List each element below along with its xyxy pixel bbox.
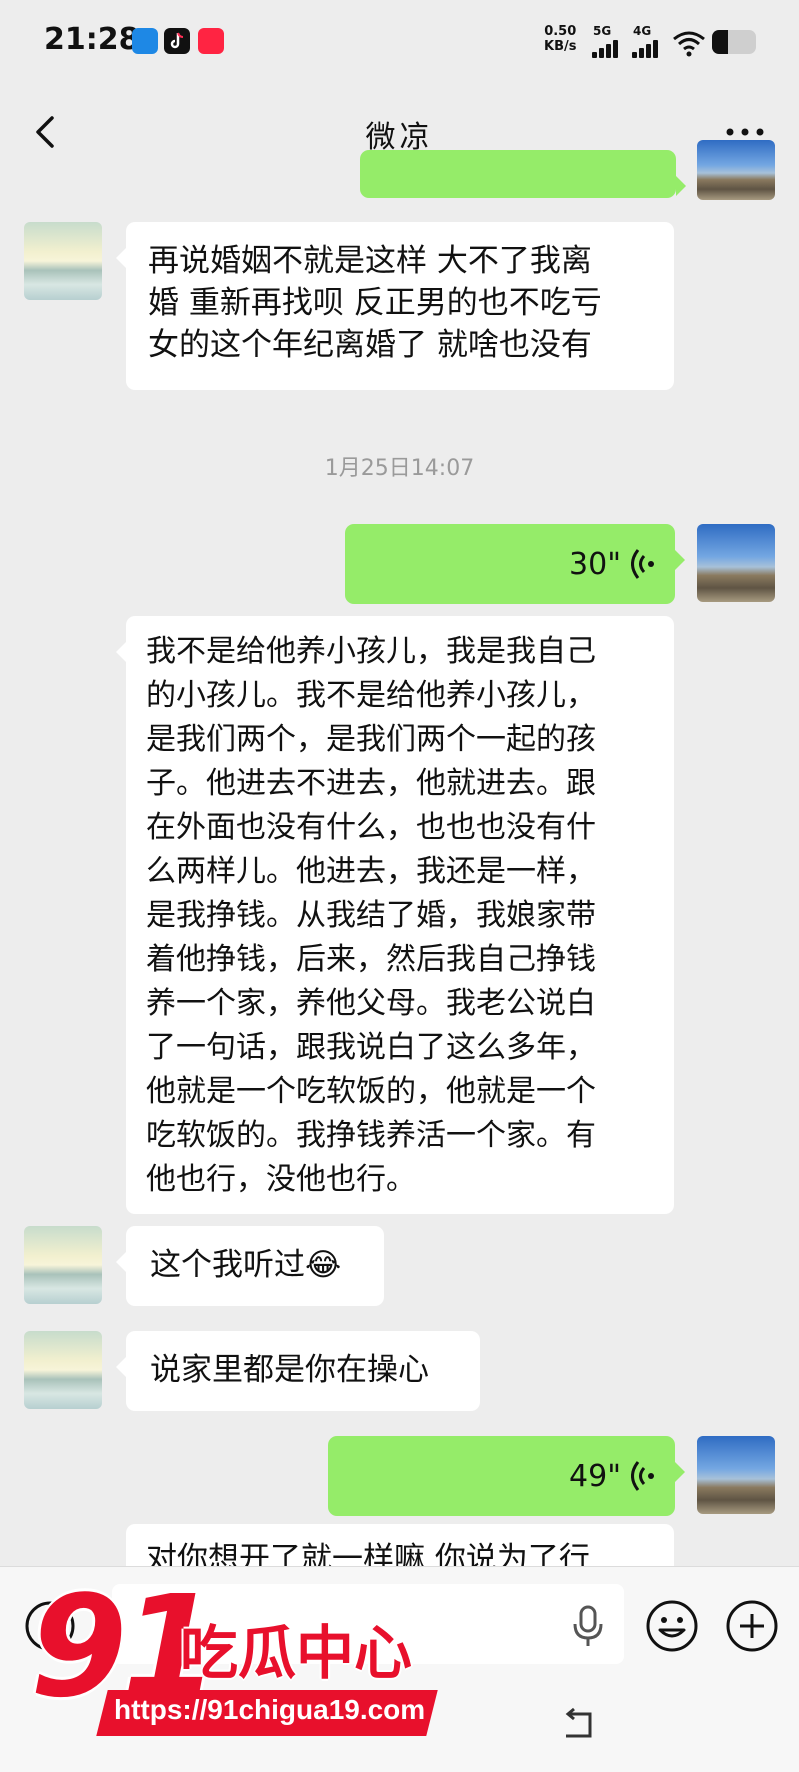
message-text: 再说婚姻不就是这样 大不了我离 婚 重新再找呗 反正男的也不吃亏 女的这个年纪离…: [148, 243, 602, 363]
wifi-icon: [673, 31, 705, 57]
voice-duration: 30": [569, 547, 621, 582]
message-bubble[interactable]: 说家里都是你在操心: [116, 1331, 480, 1411]
microphone-icon[interactable]: [568, 1604, 608, 1648]
network-speed: 0.50 KB/s: [544, 24, 576, 54]
voice-duration: 49": [569, 1459, 621, 1494]
battery-icon: [712, 30, 756, 54]
douyin-icon: [164, 28, 190, 54]
sim1-label: 5G: [593, 24, 612, 38]
emoji-icon[interactable]: [644, 1598, 700, 1654]
message-bubble[interactable]: 再说婚姻不就是这样 大不了我离 婚 重新再找呗 反正男的也不吃亏 女的这个年纪离…: [116, 222, 674, 390]
message-text: 说家里都是你在操心: [150, 1352, 429, 1388]
voice-message-bubble[interactable]: 30": [345, 524, 685, 604]
network-speed-value: 0.50: [544, 24, 577, 39]
message-text: 这个我听过😂: [150, 1247, 342, 1283]
voice-message-bubble[interactable]: 49": [328, 1436, 685, 1516]
friend-avatar[interactable]: [24, 1331, 102, 1409]
message-bubble-partial: [360, 150, 686, 198]
voice-wave-icon: [631, 1461, 654, 1491]
friend-avatar[interactable]: [24, 1226, 102, 1304]
message-text: 我不是给他养小孩儿，我是我自己 的小孩儿。我不是给他养小孩儿， 是我们两个，是我…: [146, 634, 596, 1197]
app-notification-icon: [132, 28, 158, 54]
watermark-name: 吃瓜中心: [180, 1619, 413, 1687]
my-avatar[interactable]: [697, 1436, 775, 1514]
message-timestamp: 1月25日14:07: [324, 456, 475, 481]
network-speed-unit: KB/s: [544, 39, 577, 54]
friend-avatar[interactable]: [24, 222, 102, 300]
system-back-icon[interactable]: [560, 1706, 600, 1742]
voice-wave-icon: [631, 549, 654, 579]
my-avatar[interactable]: [697, 140, 775, 200]
my-avatar[interactable]: [697, 524, 775, 602]
add-more-icon[interactable]: [724, 1598, 780, 1654]
voice-transcription-text: 我不是给他养小孩儿，我是我自己 的小孩儿。我不是给他养小孩儿， 是我们两个，是我…: [116, 616, 674, 1214]
status-time: 21:28: [44, 22, 140, 57]
sim2-label: 4G: [633, 24, 652, 38]
signal-icon: [632, 38, 660, 58]
message-bubble[interactable]: 这个我听过😂: [116, 1226, 384, 1306]
signal-icon: [592, 38, 620, 58]
app-icon-red: [198, 28, 224, 54]
watermark-url: https://91chigua19.com: [114, 1694, 426, 1725]
